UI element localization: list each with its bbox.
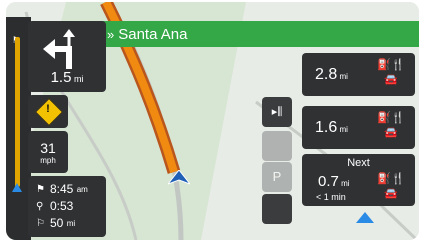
fuel-icon: ⛽ (377, 173, 391, 185)
fuel-icon: ⛽ (377, 112, 391, 124)
service-icons: ⛽🍴 🚘 (374, 111, 408, 141)
service-card[interactable]: 2.8 mi ⛽🍴 🚘 (302, 53, 415, 96)
current-position-marker-icon (12, 183, 22, 192)
restaurant-icon: 🍴 (391, 173, 405, 185)
next-distance: 0.7 mi (318, 173, 350, 190)
parking-button-ghost[interactable]: P (262, 162, 292, 192)
service-icons: ⛽🍴 🚘 (374, 172, 408, 202)
next-time: < 1 min (316, 192, 346, 202)
car-icon: 🚘 (384, 74, 398, 86)
lane-guidance-icon: ▸⫼ (271, 106, 283, 118)
map-button[interactable] (262, 194, 292, 224)
vehicle-position-icon (168, 170, 190, 185)
trip-info-panel[interactable]: ⚑ 8:45 am ⚲ 0:53 ⚐ 50 mi (28, 176, 106, 237)
scroll-up-icon[interactable] (356, 212, 374, 223)
route-progress-fill (15, 37, 20, 187)
restaurant-icon: 🍴 (391, 112, 405, 124)
street-prefix: » (107, 26, 115, 42)
distance-flag-icon: ⚐ (36, 217, 45, 229)
street-banner: » Santa Ana (97, 21, 419, 47)
service-icons: ⛽🍴 🚘 (374, 58, 408, 88)
duration-row: ⚲ 0:53 (36, 199, 74, 213)
service-distance: 2.8 mi (315, 66, 348, 83)
car-icon: 🚘 (384, 127, 398, 139)
car-icon: 🚘 (384, 188, 398, 200)
warning-sign: ! (28, 95, 68, 128)
flag-icon: ⚑ (36, 183, 45, 195)
speed-unit: mph (40, 156, 56, 165)
next-service-card[interactable]: Next 0.7 mi < 1 min ⛽🍴 🚘 (302, 154, 415, 206)
speed-indicator: 31 mph (28, 131, 68, 173)
restaurant-icon: 🍴 (391, 59, 405, 71)
street-name: Santa Ana (118, 25, 188, 43)
service-card[interactable]: 1.6 mi ⛽🍴 🚘 (302, 106, 415, 149)
service-distance: 1.6 mi (315, 119, 348, 136)
time-route-icon: ⚲ (36, 200, 44, 212)
map-button-ghost[interactable] (262, 131, 292, 161)
turn-distance: 1.5 mi (50, 69, 84, 86)
speed-value: 31 (40, 140, 56, 156)
remaining-distance-row: ⚐ 50 mi (36, 216, 76, 230)
turn-left-arrow-icon (43, 29, 75, 69)
eta-row: ⚑ 8:45 am (36, 182, 88, 196)
next-turn-card[interactable]: 1.5 mi (28, 21, 106, 92)
navigation-screen: ⚑ » Santa Ana 1.5 mi ! 31 mph ⚑ 8:45 am … (6, 2, 419, 240)
fuel-icon: ⛽ (377, 59, 391, 71)
next-label: Next (347, 157, 370, 169)
lane-guidance-button[interactable]: ▸⫼ (262, 97, 292, 127)
